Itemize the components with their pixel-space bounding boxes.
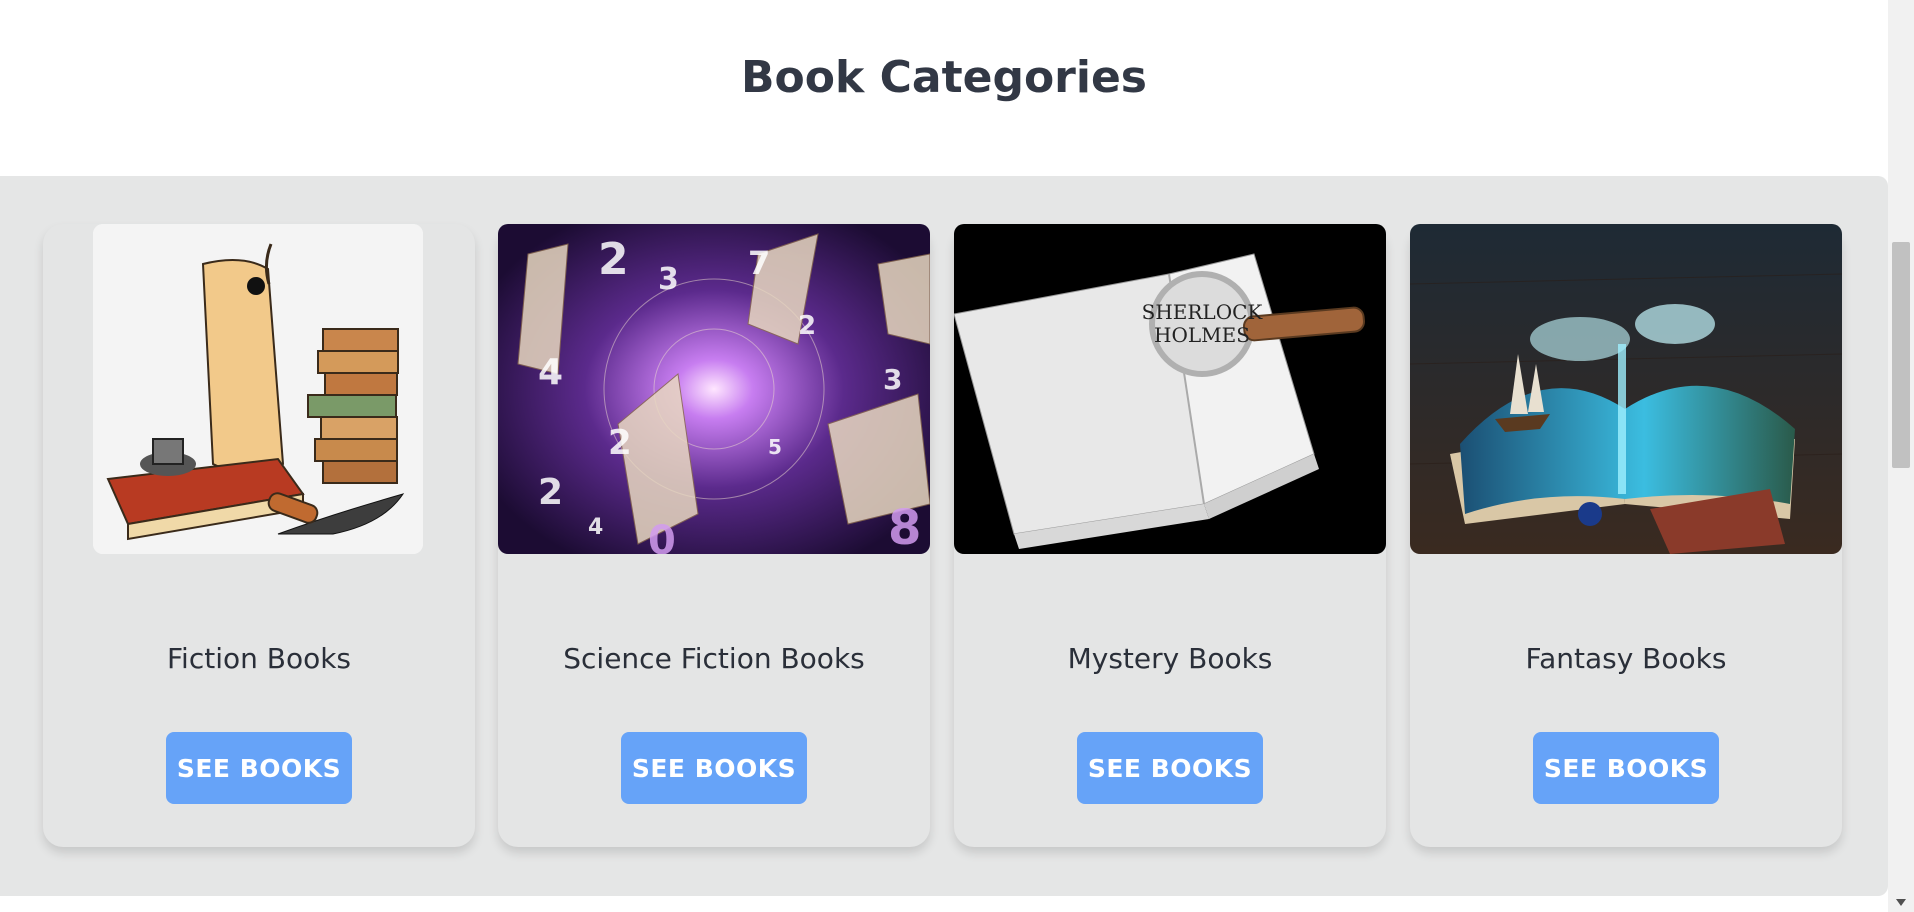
science-fiction-books-image: 2 3 4 2 2 2 3 8 0 7 4 5 (498, 224, 930, 554)
fantasy-books-image (1410, 224, 1842, 554)
category-card-fiction: Fiction Books SEE BOOKS (43, 224, 475, 847)
svg-text:3: 3 (883, 363, 902, 396)
vertical-scrollbar[interactable] (1888, 0, 1914, 912)
category-title: Science Fiction Books (563, 642, 865, 675)
category-card-science-fiction: 2 3 4 2 2 2 3 8 0 7 4 5 Science Fiction … (498, 224, 930, 847)
page-title: Book Categories (741, 52, 1147, 103)
svg-text:0: 0 (648, 518, 676, 554)
category-card-fantasy: Fantasy Books SEE BOOKS (1410, 224, 1842, 847)
svg-text:2: 2 (798, 311, 816, 341)
category-title: Fiction Books (166, 642, 352, 675)
svg-text:4: 4 (588, 515, 603, 540)
svg-text:HOLMES: HOLMES (1154, 323, 1250, 347)
svg-text:2: 2 (598, 234, 629, 285)
category-card-mystery: SHERLOCK HOLMES Mystery Books SEE BOOKS (954, 224, 1386, 847)
categories-panel: Fiction Books SEE BOOKS 2 3 4 2 2 2 3 8 … (0, 176, 1888, 896)
see-books-button-science-fiction[interactable]: SEE BOOKS (621, 732, 807, 804)
scrollbar-thumb[interactable] (1892, 242, 1910, 468)
fiction-books-image (93, 224, 423, 554)
svg-text:2: 2 (538, 472, 563, 513)
svg-text:7: 7 (748, 244, 770, 282)
svg-text:4: 4 (538, 352, 563, 393)
svg-text:3: 3 (658, 262, 679, 297)
svg-text:5: 5 (768, 435, 782, 459)
svg-text:SHERLOCK: SHERLOCK (1142, 300, 1264, 324)
see-books-button-fiction[interactable]: SEE BOOKS (166, 732, 352, 804)
mystery-books-image: SHERLOCK HOLMES (954, 224, 1386, 554)
see-books-button-mystery[interactable]: SEE BOOKS (1077, 732, 1263, 804)
scroll-down-arrow-icon[interactable] (1896, 899, 1906, 906)
svg-text:2: 2 (608, 423, 632, 463)
svg-text:8: 8 (888, 500, 921, 554)
category-title: Mystery Books (1067, 642, 1273, 675)
category-title: Fantasy Books (1525, 642, 1727, 675)
see-books-button-fantasy[interactable]: SEE BOOKS (1533, 732, 1719, 804)
